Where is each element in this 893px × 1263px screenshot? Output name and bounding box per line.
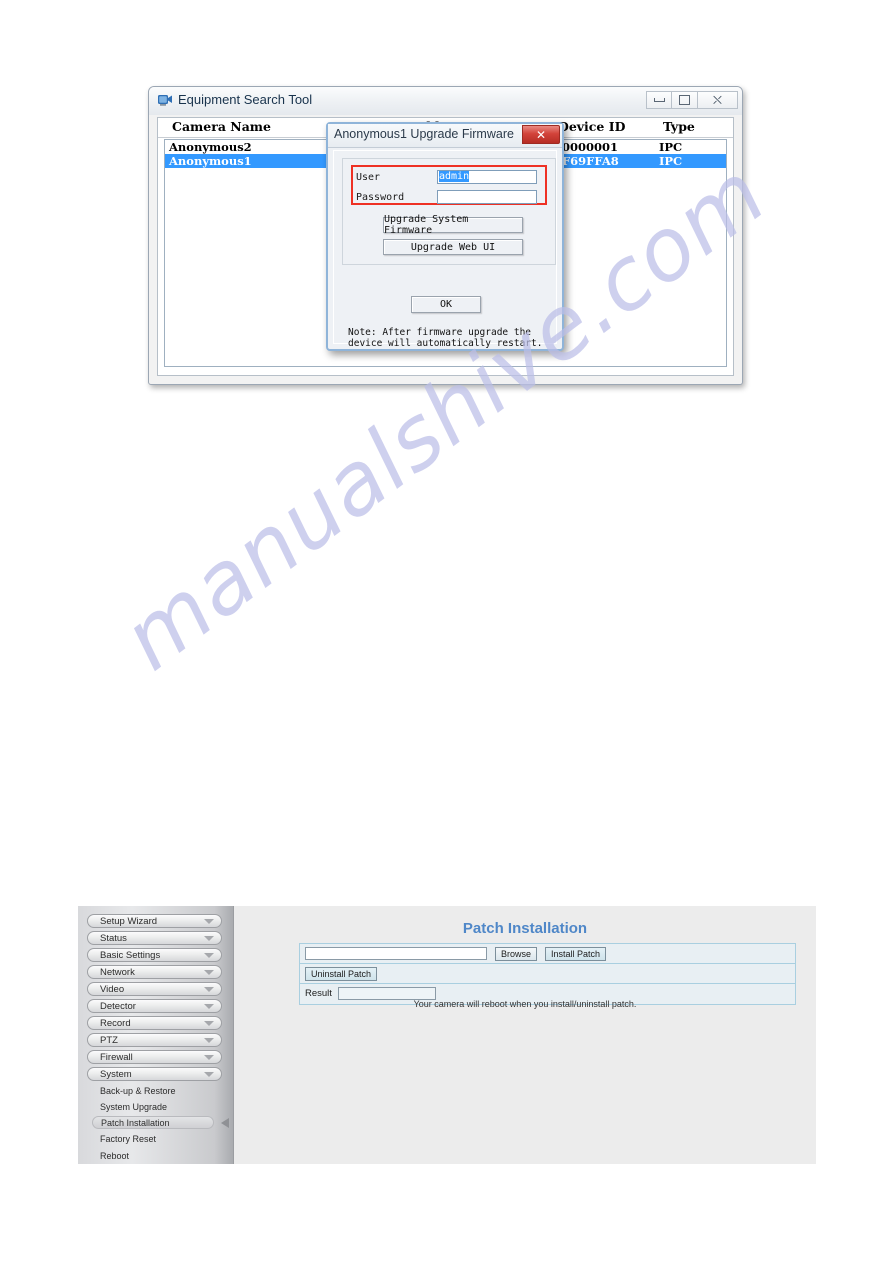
chevron-down-icon (204, 953, 214, 958)
sidebar-item-ptz[interactable]: PTZ (87, 1033, 222, 1047)
close-icon: ✕ (535, 127, 547, 142)
sidebar-item-reboot[interactable]: Reboot (100, 1151, 129, 1161)
sidebar-item-label: Setup Wizard (100, 916, 158, 927)
upgrade-web-ui-button[interactable]: Upgrade Web UI (383, 239, 523, 255)
dialog-note: Note: After firmware upgrade the device … (348, 327, 543, 349)
user-label: User (356, 172, 381, 183)
chevron-down-icon (204, 1038, 214, 1043)
sidebar-item-label: PTZ (100, 1035, 118, 1046)
chevron-down-icon (204, 970, 214, 975)
sidebar-item-factory-reset[interactable]: Factory Reset (100, 1134, 156, 1144)
user-input[interactable]: admin (437, 170, 537, 184)
chevron-down-icon (204, 936, 214, 941)
sidebar-item-label: Basic Settings (100, 950, 161, 961)
patch-note: Your camera will reboot when you install… (413, 999, 637, 1009)
close-button[interactable]: ⛌ (698, 91, 738, 109)
cell-type: IPC (659, 140, 683, 154)
dialog-close-button[interactable]: ✕ (522, 125, 560, 144)
sidebar-item-setup-wizard[interactable]: Setup Wizard (87, 914, 222, 928)
webui-content: Patch Installation Browse Install Patch … (234, 906, 816, 1164)
window-title: Equipment Search Tool (178, 92, 313, 107)
column-header-device-id[interactable]: Device ID (558, 119, 625, 134)
password-input[interactable] (437, 190, 537, 204)
minimize-icon (653, 98, 665, 102)
sidebar-item-network[interactable]: Network (87, 965, 222, 979)
window-titlebar: Equipment Search Tool ⛌ (149, 87, 742, 115)
chevron-down-icon (204, 1055, 214, 1060)
column-header-camera-name[interactable]: Camera Name (172, 119, 271, 134)
user-input-value: admin (439, 171, 470, 182)
sidebar-item-patch-installation[interactable]: Patch Installation (92, 1116, 214, 1129)
sidebar-item-record[interactable]: Record (87, 1016, 222, 1030)
active-pointer-icon (221, 1118, 229, 1128)
page-title: Patch Installation (462, 920, 588, 937)
sidebar-item-system[interactable]: System (87, 1067, 222, 1081)
sidebar-item-label: Network (100, 967, 135, 978)
patch-file-input[interactable] (305, 947, 487, 960)
sidebar-item-label: Record (100, 1018, 131, 1029)
chevron-down-icon (204, 919, 214, 924)
webui-sidebar: Setup Wizard Status Basic Settings Netwo… (78, 906, 234, 1164)
column-header-type[interactable]: Type (663, 119, 695, 134)
result-label: Result (305, 988, 332, 999)
sidebar-item-label: Patch Installation (101, 1118, 170, 1128)
install-patch-button[interactable]: Install Patch (545, 947, 607, 961)
password-label: Password (356, 192, 405, 203)
minimize-button[interactable] (646, 91, 672, 109)
sidebar-item-system-upgrade[interactable]: System Upgrade (100, 1102, 167, 1112)
sidebar-item-backup-restore[interactable]: Back-up & Restore (100, 1086, 176, 1096)
sidebar-item-basic-settings[interactable]: Basic Settings (87, 948, 222, 962)
sidebar-item-label: System (100, 1069, 132, 1080)
sidebar-item-label: Status (100, 933, 127, 944)
sidebar-item-status[interactable]: Status (87, 931, 222, 945)
sidebar-item-label: Video (100, 984, 125, 995)
close-icon: ⛌ (713, 93, 722, 107)
ok-button[interactable]: OK (411, 296, 481, 313)
dialog-titlebar: Anonymous1 Upgrade Firmware ✕ (328, 124, 562, 148)
sidebar-item-firewall[interactable]: Firewall (87, 1050, 222, 1064)
chevron-down-icon (204, 987, 214, 992)
window-controls: ⛌ (646, 91, 738, 109)
patch-file-row: Browse Install Patch (300, 944, 795, 964)
chevron-down-icon (204, 1021, 214, 1026)
camera-web-ui: Setup Wizard Status Basic Settings Netwo… (78, 906, 816, 1164)
maximize-icon (679, 95, 690, 105)
patch-uninstall-row: Uninstall Patch (300, 964, 795, 984)
dialog-title: Anonymous1 Upgrade Firmware (334, 127, 514, 141)
upgrade-system-firmware-button[interactable]: Upgrade System Firmware (383, 214, 523, 236)
camera-monitor-icon (158, 95, 172, 106)
chevron-down-icon (204, 1072, 214, 1077)
cell-type: IPC (659, 154, 683, 168)
sidebar-item-label: Firewall (100, 1052, 133, 1063)
dialog-body: User admin Password Upgrade System Firmw… (333, 150, 557, 349)
patch-form: Browse Install Patch Uninstall Patch Res… (299, 943, 796, 1005)
upgrade-firmware-dialog: Anonymous1 Upgrade Firmware ✕ User admin… (326, 122, 564, 351)
maximize-button[interactable] (672, 91, 698, 109)
cell-camera-name: Anonymous2 (169, 140, 252, 154)
sidebar-item-detector[interactable]: Detector (87, 999, 222, 1013)
sidebar-item-label: Detector (100, 1001, 136, 1012)
chevron-down-icon (204, 1004, 214, 1009)
uninstall-patch-button[interactable]: Uninstall Patch (305, 967, 378, 981)
browse-button[interactable]: Browse (495, 947, 538, 961)
sidebar-item-video[interactable]: Video (87, 982, 222, 996)
cell-camera-name: Anonymous1 (169, 154, 252, 168)
